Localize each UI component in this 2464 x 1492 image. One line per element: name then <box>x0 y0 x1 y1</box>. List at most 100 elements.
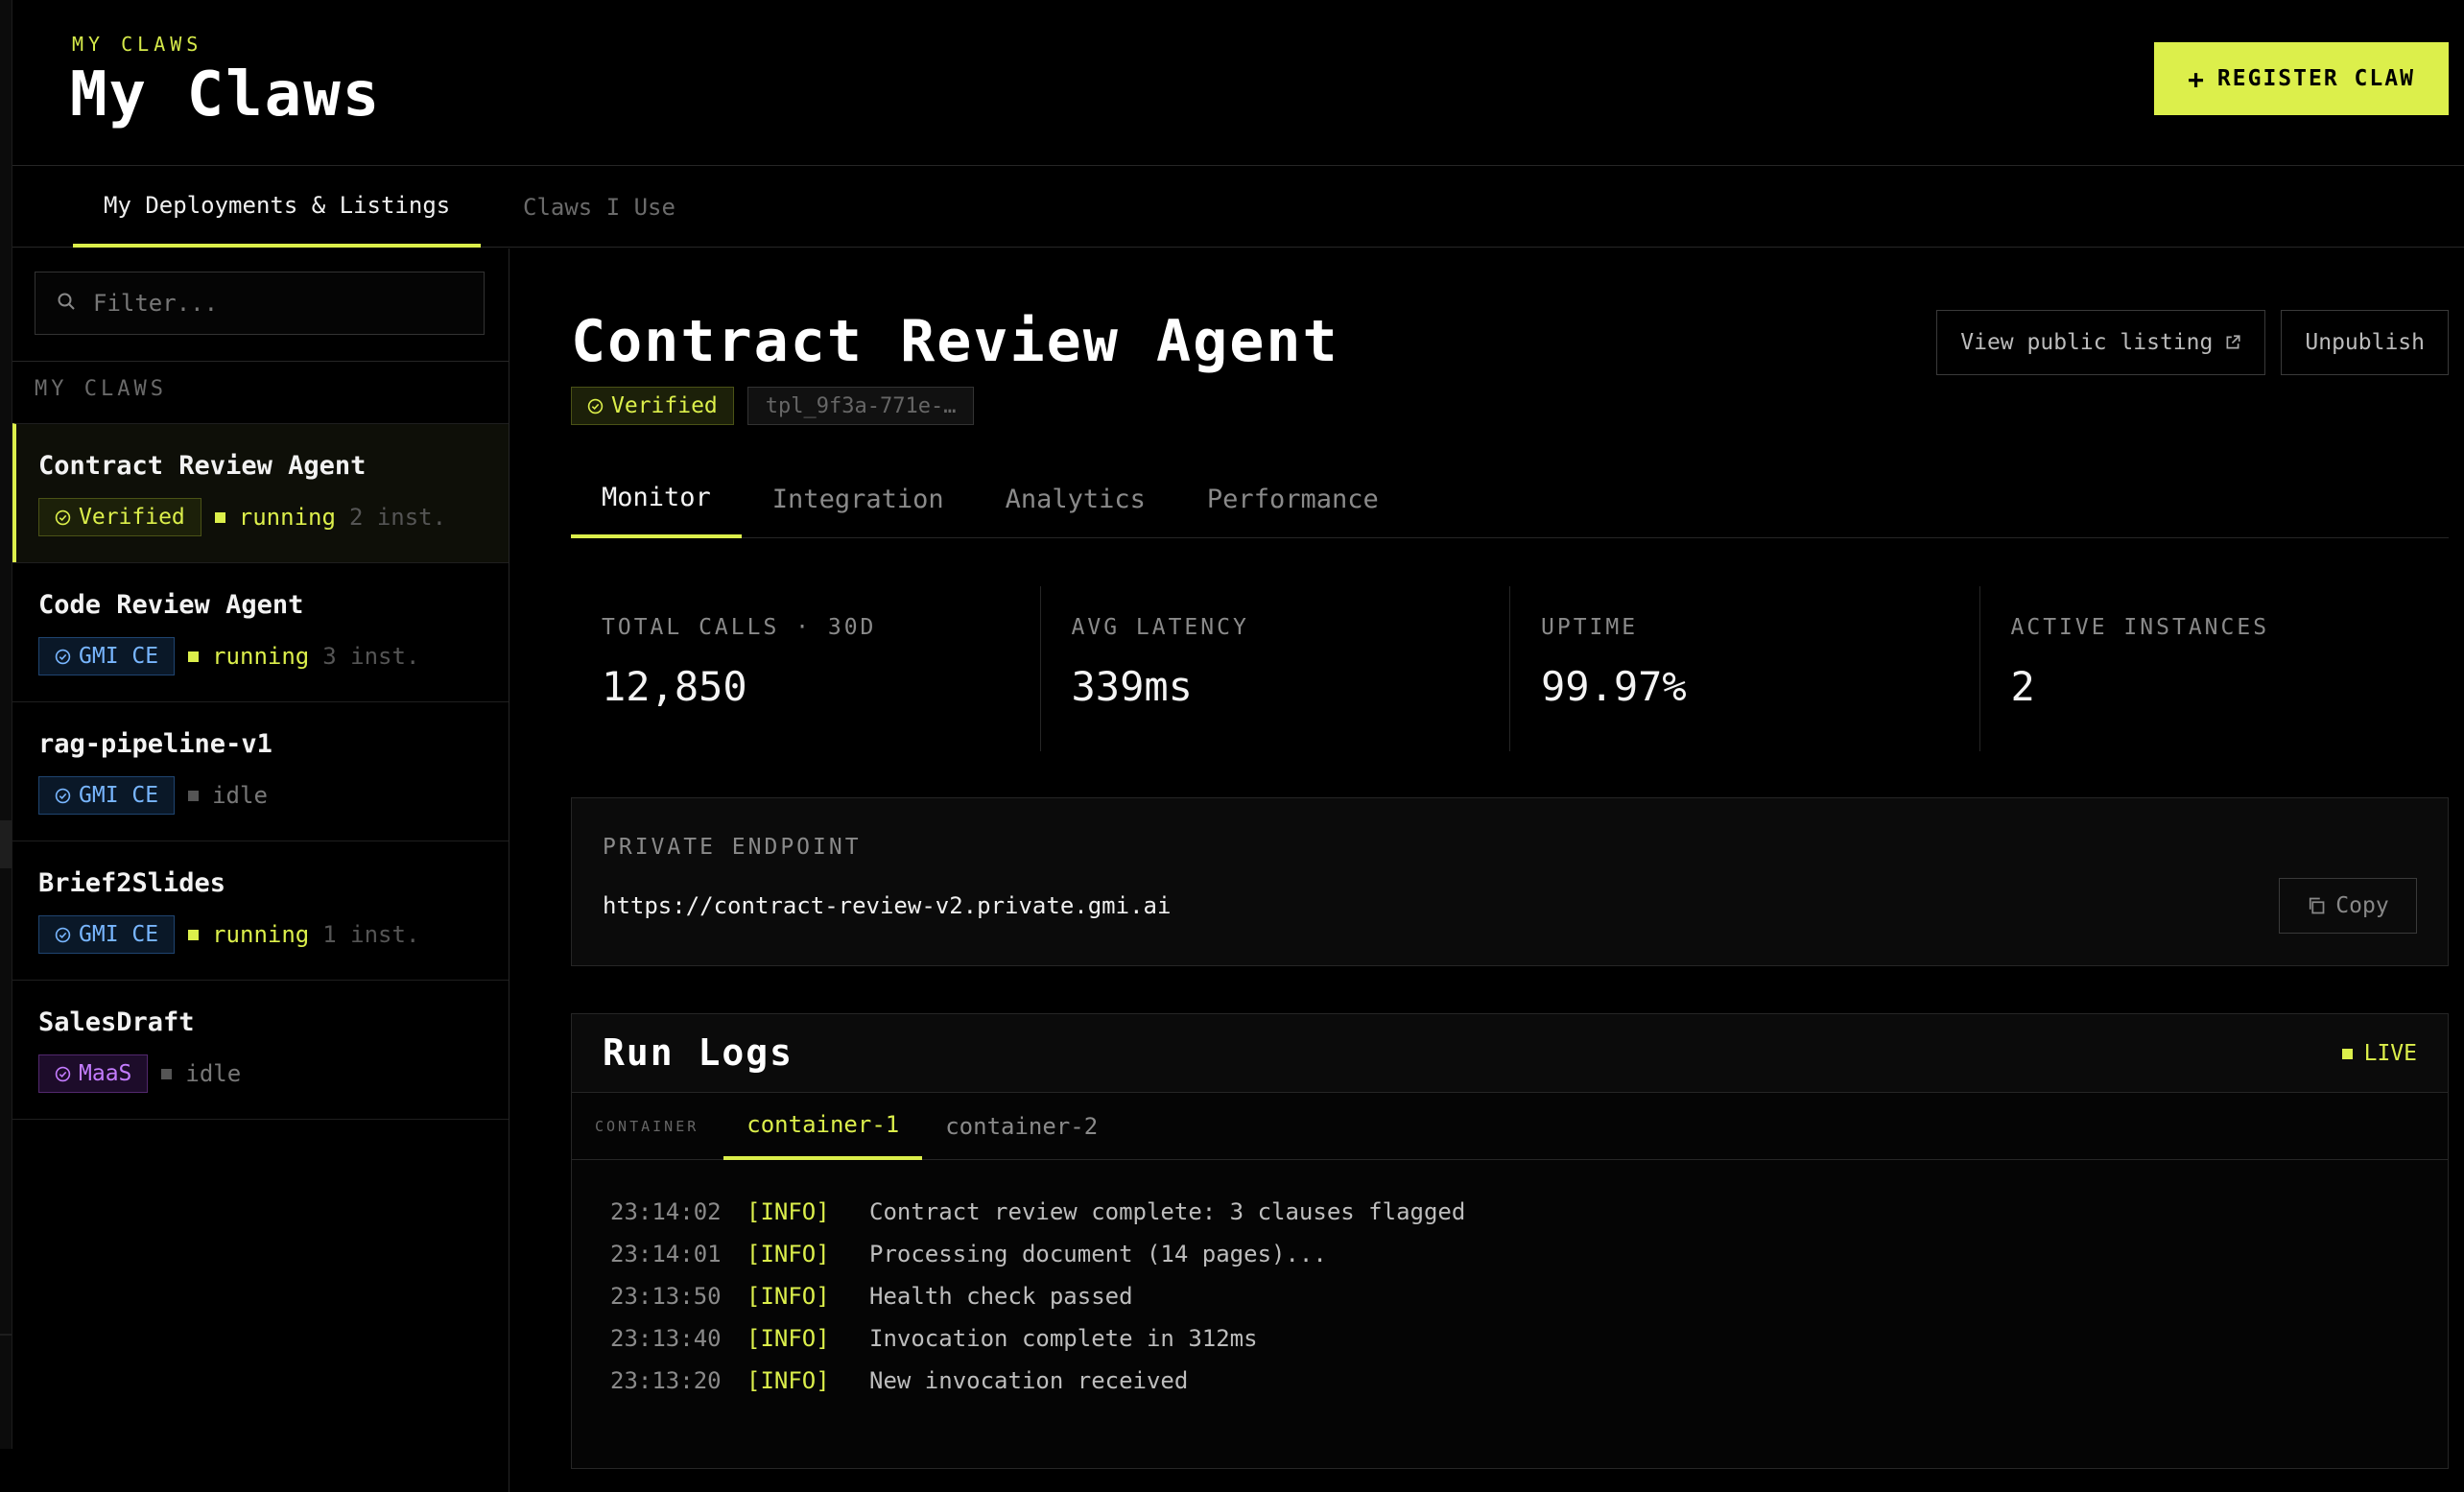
badge-label: Verified <box>79 505 185 530</box>
log-time: 23:13:40 <box>610 1325 722 1352</box>
status-text: idle <box>212 782 268 809</box>
divider <box>12 361 509 362</box>
stat-value: 12,850 <box>602 663 747 710</box>
tab-monitor[interactable]: Monitor <box>571 460 742 538</box>
badge-label: GMI CE <box>79 783 159 808</box>
log-line: 23:14:02 [INFO] Contract review complete… <box>610 1191 2448 1233</box>
log-message: Contract review complete: 3 clauses flag… <box>869 1198 1466 1225</box>
view-public-listing-label: View public listing <box>1960 330 2214 355</box>
check-circle-icon <box>55 927 71 942</box>
copy-endpoint-button[interactable]: Copy <box>2279 878 2417 934</box>
stat-value: 2 <box>2010 663 2035 710</box>
stat-avg-latency: AVG LATENCY 339ms <box>1039 586 1510 751</box>
badge-label: GMI CE <box>79 644 159 669</box>
tab-container-1[interactable]: container-1 <box>723 1093 923 1160</box>
log-line: 23:14:01 [INFO] Processing document (14 … <box>610 1233 2448 1275</box>
claws-sidebar: MY CLAWS Contract Review Agent Verified … <box>12 249 509 1492</box>
claw-name: Brief2Slides <box>38 868 226 898</box>
log-lines: 23:14:02 [INFO] Contract review complete… <box>572 1160 2448 1402</box>
maas-badge: MaaS <box>38 1054 149 1093</box>
stats-row: TOTAL CALLS · 30D 12,850 AVG LATENCY 339… <box>571 586 2449 751</box>
tab-container-2[interactable]: container-2 <box>922 1093 1121 1160</box>
claw-item-contract-review-agent[interactable]: Contract Review Agent Verified running 2… <box>12 423 509 563</box>
status-dot <box>188 929 200 940</box>
status-dot <box>188 790 200 801</box>
claw-name: rag-pipeline-v1 <box>38 729 272 759</box>
check-circle-icon <box>55 649 71 664</box>
page-title: My Claws <box>70 59 382 130</box>
gmi-ce-badge: GMI CE <box>38 915 176 954</box>
status-text: running <box>212 643 310 670</box>
status-text: running <box>238 504 336 531</box>
page-eyebrow: MY CLAWS <box>72 33 203 56</box>
log-level: [INFO] <box>746 1283 830 1310</box>
log-line: 23:13:20 [INFO] New invocation received <box>610 1360 2448 1402</box>
claw-item-salesdraft[interactable]: SalesDraft MaaS idle <box>12 980 509 1120</box>
live-dot-icon <box>2341 1048 2353 1059</box>
instance-count: 1 inst. <box>322 921 420 948</box>
stat-label: UPTIME <box>1541 615 1639 640</box>
tab-performance[interactable]: Performance <box>1176 460 1410 538</box>
instance-count: 2 inst. <box>348 504 447 531</box>
log-line: 23:13:50 [INFO] Health check passed <box>610 1275 2448 1317</box>
strip-marker <box>0 1334 12 1336</box>
view-public-listing-button[interactable]: View public listing <box>1936 310 2266 375</box>
instance-count: 3 inst. <box>322 643 420 670</box>
badge-label: Verified <box>611 393 718 418</box>
badge-label: MaaS <box>79 1061 132 1086</box>
tab-claws-i-use[interactable]: Claws I Use <box>492 167 706 248</box>
container-label: CONTAINER <box>595 1117 699 1135</box>
tab-analytics[interactable]: Analytics <box>975 460 1176 538</box>
status-text: idle <box>185 1060 242 1087</box>
tab-my-deployments[interactable]: My Deployments & Listings <box>73 167 482 248</box>
stat-value: 339ms <box>1071 663 1193 710</box>
claw-item-code-review-agent[interactable]: Code Review Agent GMI CE running 3 inst. <box>12 562 509 702</box>
log-level: [INFO] <box>746 1325 830 1352</box>
search-icon <box>57 292 76 315</box>
detail-tabs: Monitor Integration Analytics Performanc… <box>571 460 2449 538</box>
log-level: [INFO] <box>746 1367 830 1394</box>
stat-value: 99.97% <box>1541 663 1687 710</box>
agent-title: Contract Review Agent <box>571 308 1339 375</box>
stat-uptime: UPTIME 99.97% <box>1509 586 1979 751</box>
run-logs-title: Run Logs <box>603 1031 794 1074</box>
top-tabs: My Deployments & Listings Claws I Use <box>12 167 2464 248</box>
verified-badge: Verified <box>571 387 734 425</box>
claw-item-rag-pipeline-v1[interactable]: rag-pipeline-v1 GMI CE idle <box>12 701 509 841</box>
filter-field[interactable] <box>35 272 485 335</box>
stat-label: ACTIVE INSTANCES <box>2010 615 2270 640</box>
run-logs-header: Run Logs LIVE <box>572 1014 2448 1093</box>
private-endpoint-card: PRIVATE ENDPOINT https://contract-review… <box>571 797 2449 966</box>
strip-marker <box>0 820 12 868</box>
log-time: 23:14:02 <box>610 1198 722 1225</box>
status-text: running <box>212 921 310 948</box>
filter-input[interactable] <box>93 290 458 317</box>
endpoint-label: PRIVATE ENDPOINT <box>603 835 862 860</box>
tab-integration[interactable]: Integration <box>742 460 975 538</box>
claw-name: SalesDraft <box>38 1007 195 1037</box>
stat-total-calls: TOTAL CALLS · 30D 12,850 <box>571 586 1040 751</box>
plus-icon: + <box>2188 62 2206 95</box>
register-claw-button[interactable]: + REGISTER CLAW <box>2154 42 2449 115</box>
claw-detail-panel: Contract Review Agent Verified tpl_9f3a-… <box>510 249 2464 1492</box>
log-time: 23:13:20 <box>610 1367 722 1394</box>
log-time: 23:13:50 <box>610 1283 722 1310</box>
log-message: Processing document (14 pages)... <box>869 1241 1327 1267</box>
unpublish-button[interactable]: Unpublish <box>2281 310 2449 375</box>
live-indicator: LIVE <box>2341 1041 2417 1066</box>
status-dot <box>214 511 225 523</box>
log-level: [INFO] <box>746 1198 830 1225</box>
claw-item-brief2slides[interactable]: Brief2Slides GMI CE running 1 inst. <box>12 841 509 981</box>
copy-label: Copy <box>2335 893 2389 918</box>
gmi-ce-badge: GMI CE <box>38 776 176 815</box>
stat-label: AVG LATENCY <box>1071 615 1249 640</box>
check-circle-icon <box>587 398 604 414</box>
claw-name: Contract Review Agent <box>38 451 367 481</box>
template-id-badge: tpl_9f3a-771e-… <box>746 387 975 425</box>
container-tabs: CONTAINER container-1 container-2 <box>572 1093 2448 1160</box>
endpoint-url: https://contract-review-v2.private.gmi.a… <box>603 892 1172 919</box>
log-time: 23:14:01 <box>610 1241 722 1267</box>
page-header: MY CLAWS My Claws + REGISTER CLAW <box>12 0 2464 166</box>
claw-list: Contract Review Agent Verified running 2… <box>12 423 509 1120</box>
detail-actions: View public listing Unpublish <box>1936 310 2449 375</box>
